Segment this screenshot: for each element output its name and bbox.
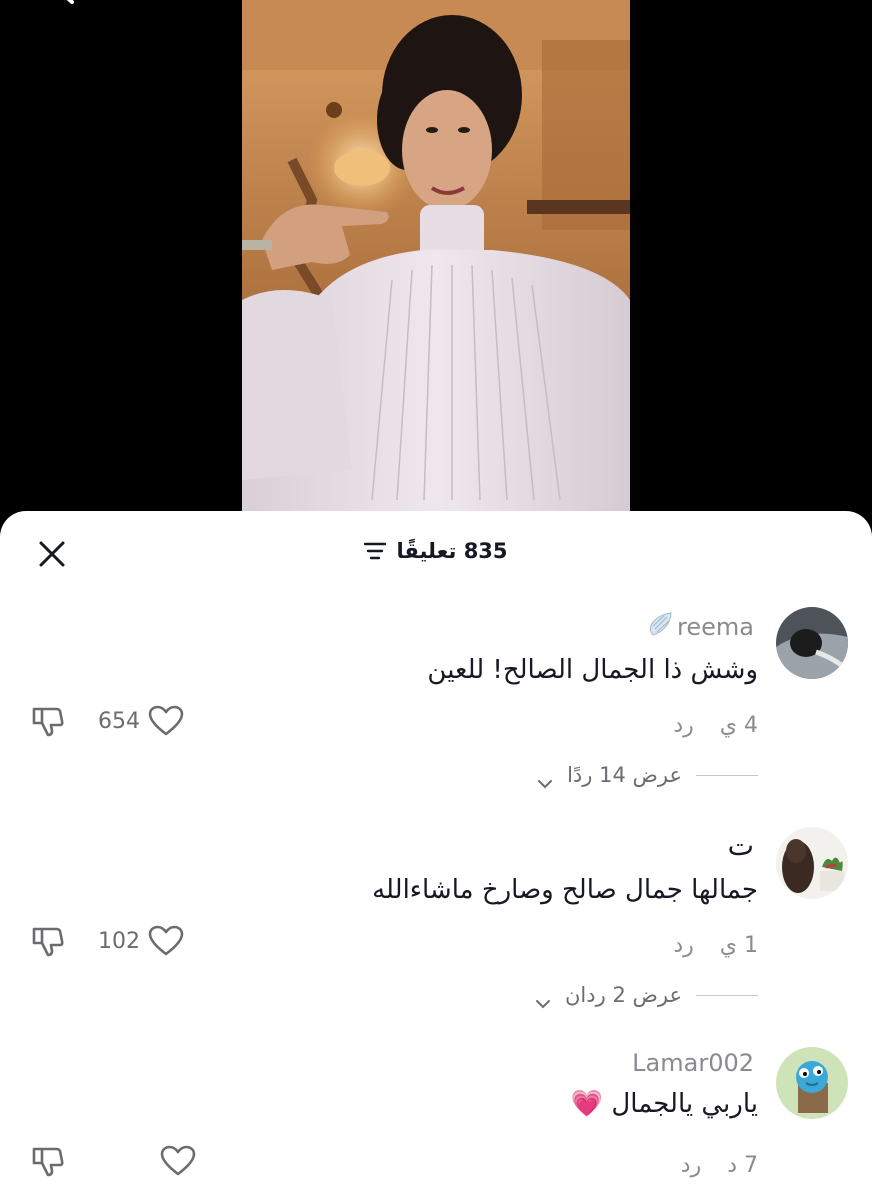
comment-text: وشش ذا الجمال الصالح! للعين xyxy=(427,655,758,685)
comments-sheet: 835 تعليقًا reema وشش ذا الجمال الصالح! … xyxy=(0,511,872,1200)
username-text: ت xyxy=(727,829,754,862)
like-button[interactable]: 654 xyxy=(98,705,184,737)
view-replies-button[interactable]: عرض 2 ردان xyxy=(535,983,758,1009)
heart-icon xyxy=(148,925,184,957)
comment-text: جمالها جمال صالح وصارخ ماشاءالله xyxy=(372,875,758,905)
sort-filter-icon[interactable] xyxy=(364,541,387,561)
reply-button[interactable]: رد xyxy=(673,713,693,738)
comment-meta: 1 ي رد xyxy=(673,933,758,958)
comment-time: 7 د xyxy=(727,1153,758,1178)
dislike-icon[interactable] xyxy=(30,703,66,739)
comment-time: 1 ي xyxy=(719,933,758,958)
comment-username[interactable]: ت xyxy=(728,829,754,862)
view-replies-label: عرض 14 ردًا xyxy=(567,763,682,787)
reply-button[interactable]: رد xyxy=(681,1153,701,1178)
comments-title: 835 تعليقًا xyxy=(0,539,872,563)
avatar[interactable] xyxy=(776,607,848,679)
like-count: 102 xyxy=(98,928,140,954)
comment-text: ياربي يالجمال 💗 xyxy=(570,1089,758,1119)
like-button[interactable] xyxy=(98,1145,196,1177)
reply-button[interactable]: رد xyxy=(673,933,693,958)
chevron-down-icon xyxy=(535,990,551,1009)
divider xyxy=(696,994,758,996)
chevron-down-icon xyxy=(537,770,553,789)
comments-header: 835 تعليقًا xyxy=(0,511,872,591)
like-count: 654 xyxy=(98,708,140,734)
dislike-icon[interactable] xyxy=(30,923,66,959)
search-icon[interactable] xyxy=(34,0,80,12)
video-area xyxy=(0,0,872,530)
wing-icon xyxy=(647,611,673,643)
like-button[interactable]: 102 xyxy=(98,925,184,957)
comment-time: 4 ي xyxy=(719,713,758,738)
username-text: reema xyxy=(677,613,754,641)
video-player[interactable] xyxy=(242,0,630,530)
avatar[interactable] xyxy=(776,827,848,899)
comment-meta: 7 د رد xyxy=(681,1153,758,1178)
view-replies-button[interactable]: عرض 14 ردًا xyxy=(537,763,758,789)
dislike-icon[interactable] xyxy=(30,1143,66,1179)
username-text: Lamar002 xyxy=(632,1049,754,1077)
comment-username[interactable]: Lamar002 xyxy=(632,1049,754,1077)
heart-icon xyxy=(148,705,184,737)
heart-icon xyxy=(160,1145,196,1177)
comment-meta: 4 ي رد xyxy=(673,713,758,738)
avatar[interactable] xyxy=(776,1047,848,1119)
comment-username[interactable]: reema xyxy=(647,611,754,643)
view-replies-label: عرض 2 ردان xyxy=(565,983,682,1007)
divider xyxy=(696,774,758,776)
comment-count: 835 تعليقًا xyxy=(396,539,508,563)
